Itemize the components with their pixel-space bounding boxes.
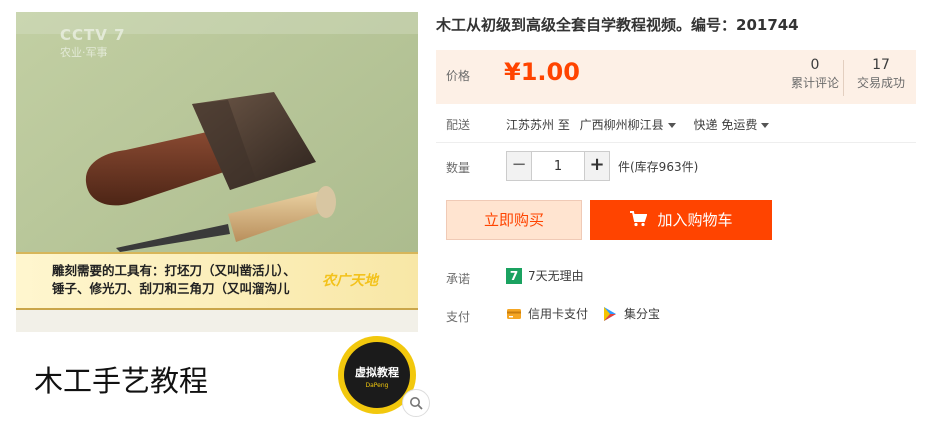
- program-logo: 农广天地: [322, 273, 378, 289]
- quantity-input[interactable]: [532, 151, 584, 181]
- promise-label: 承诺: [446, 272, 471, 286]
- ship-to-text: 广西柳州柳江县: [579, 118, 664, 132]
- points-pay[interactable]: 集分宝: [602, 305, 660, 322]
- seven-day-return[interactable]: 7 7天无理由: [506, 267, 584, 284]
- reviews-label: 累计评论: [790, 76, 839, 90]
- reviews-stat[interactable]: 0 累计评论: [784, 56, 846, 92]
- credit-card-text: 信用卡支付: [528, 307, 589, 321]
- product-gallery: CCTV 7 农业·军事 雕刻需要的工具有：打坯刀（又叫凿活儿）、 锤子、修光刀…: [16, 12, 430, 417]
- badge-inner: 虚拟教程 DaPeng: [344, 342, 410, 408]
- channel-watermark: CCTV 7 农业·军事: [60, 26, 126, 60]
- quantity-decrease-button[interactable]: −: [506, 151, 532, 181]
- product-title: 木工从初级到高级全套自学教程视频。编号：201744: [436, 16, 799, 34]
- divider: [436, 142, 916, 143]
- caption-line-2: 锤子、修光刀、刮刀和三角刀（又叫溜沟儿: [52, 281, 290, 296]
- ship-to-select[interactable]: 广西柳州柳江县: [580, 118, 686, 132]
- channel-watermark-main: CCTV 7: [60, 26, 126, 44]
- quantity-increase-button[interactable]: +: [584, 151, 610, 181]
- ship-from: 江苏苏州 至: [506, 118, 570, 132]
- image-footer: 木工手艺教程 虚拟教程 DaPeng: [16, 332, 418, 414]
- promise-text: 7天无理由: [528, 269, 584, 283]
- add-to-cart-button[interactable]: 加入购物车: [590, 200, 772, 240]
- payment-label: 支付: [446, 310, 471, 324]
- sales-stat: 17 交易成功: [850, 56, 912, 92]
- ship-method-text: 快递 免运费: [693, 118, 758, 132]
- zoom-button[interactable]: [402, 389, 430, 417]
- caption-line-1: 雕刻需要的工具有：打坯刀（又叫凿活儿）、: [52, 263, 296, 278]
- product-photo[interactable]: CCTV 7 农业·军事 雕刻需要的工具有：打坯刀（又叫凿活儿）、 锤子、修光刀…: [16, 12, 418, 332]
- chevron-down-icon: [761, 122, 770, 128]
- jifenbao-icon: [604, 306, 616, 321]
- points-text: 集分宝: [624, 307, 661, 321]
- quantity-stepper: − +: [506, 151, 610, 181]
- shipping-label: 配送: [446, 118, 471, 132]
- buy-now-button[interactable]: 立即购买: [446, 200, 582, 240]
- payment-row: 支付 信用卡支付 集分宝: [436, 305, 916, 327]
- channel-watermark-sub: 农业·军事: [60, 46, 108, 59]
- badge-sub: DaPeng: [365, 382, 389, 389]
- ship-method-select[interactable]: 快递 免运费: [694, 118, 776, 132]
- video-caption: 雕刻需要的工具有：打坯刀（又叫凿活儿）、 锤子、修光刀、刮刀和三角刀（又叫溜沟儿: [52, 262, 362, 298]
- cart-icon: [630, 211, 648, 227]
- course-title: 木工手艺教程: [34, 364, 209, 398]
- badge-text: 虚拟教程: [355, 366, 399, 379]
- shipping-info: 江苏苏州 至 广西柳州柳江县 快递 免运费: [506, 116, 775, 133]
- magnifier-icon: [410, 397, 423, 410]
- seven-day-icon: 7: [506, 267, 522, 284]
- stock-text: 件(库存963件): [618, 160, 699, 174]
- chevron-down-icon: [667, 122, 676, 128]
- sales-count: 17: [872, 57, 890, 73]
- stat-divider: [843, 60, 844, 96]
- credit-card-icon: [507, 308, 521, 319]
- credit-card-pay[interactable]: 信用卡支付: [506, 305, 588, 322]
- shipping-row: 配送 江苏苏州 至 广西柳州柳江县 快递 免运费: [436, 112, 916, 136]
- promise-row: 承诺 7 7天无理由: [436, 267, 916, 289]
- sales-label: 交易成功: [856, 76, 905, 90]
- price-panel: 价格 ¥1.00 0 累计评论 17 交易成功: [436, 50, 916, 104]
- reviews-count: 0: [810, 57, 820, 73]
- price-label: 价格: [446, 69, 471, 83]
- add-to-cart-label: 加入购物车: [657, 211, 733, 229]
- quantity-label: 数量: [446, 161, 471, 175]
- price-value: ¥1.00: [504, 58, 580, 86]
